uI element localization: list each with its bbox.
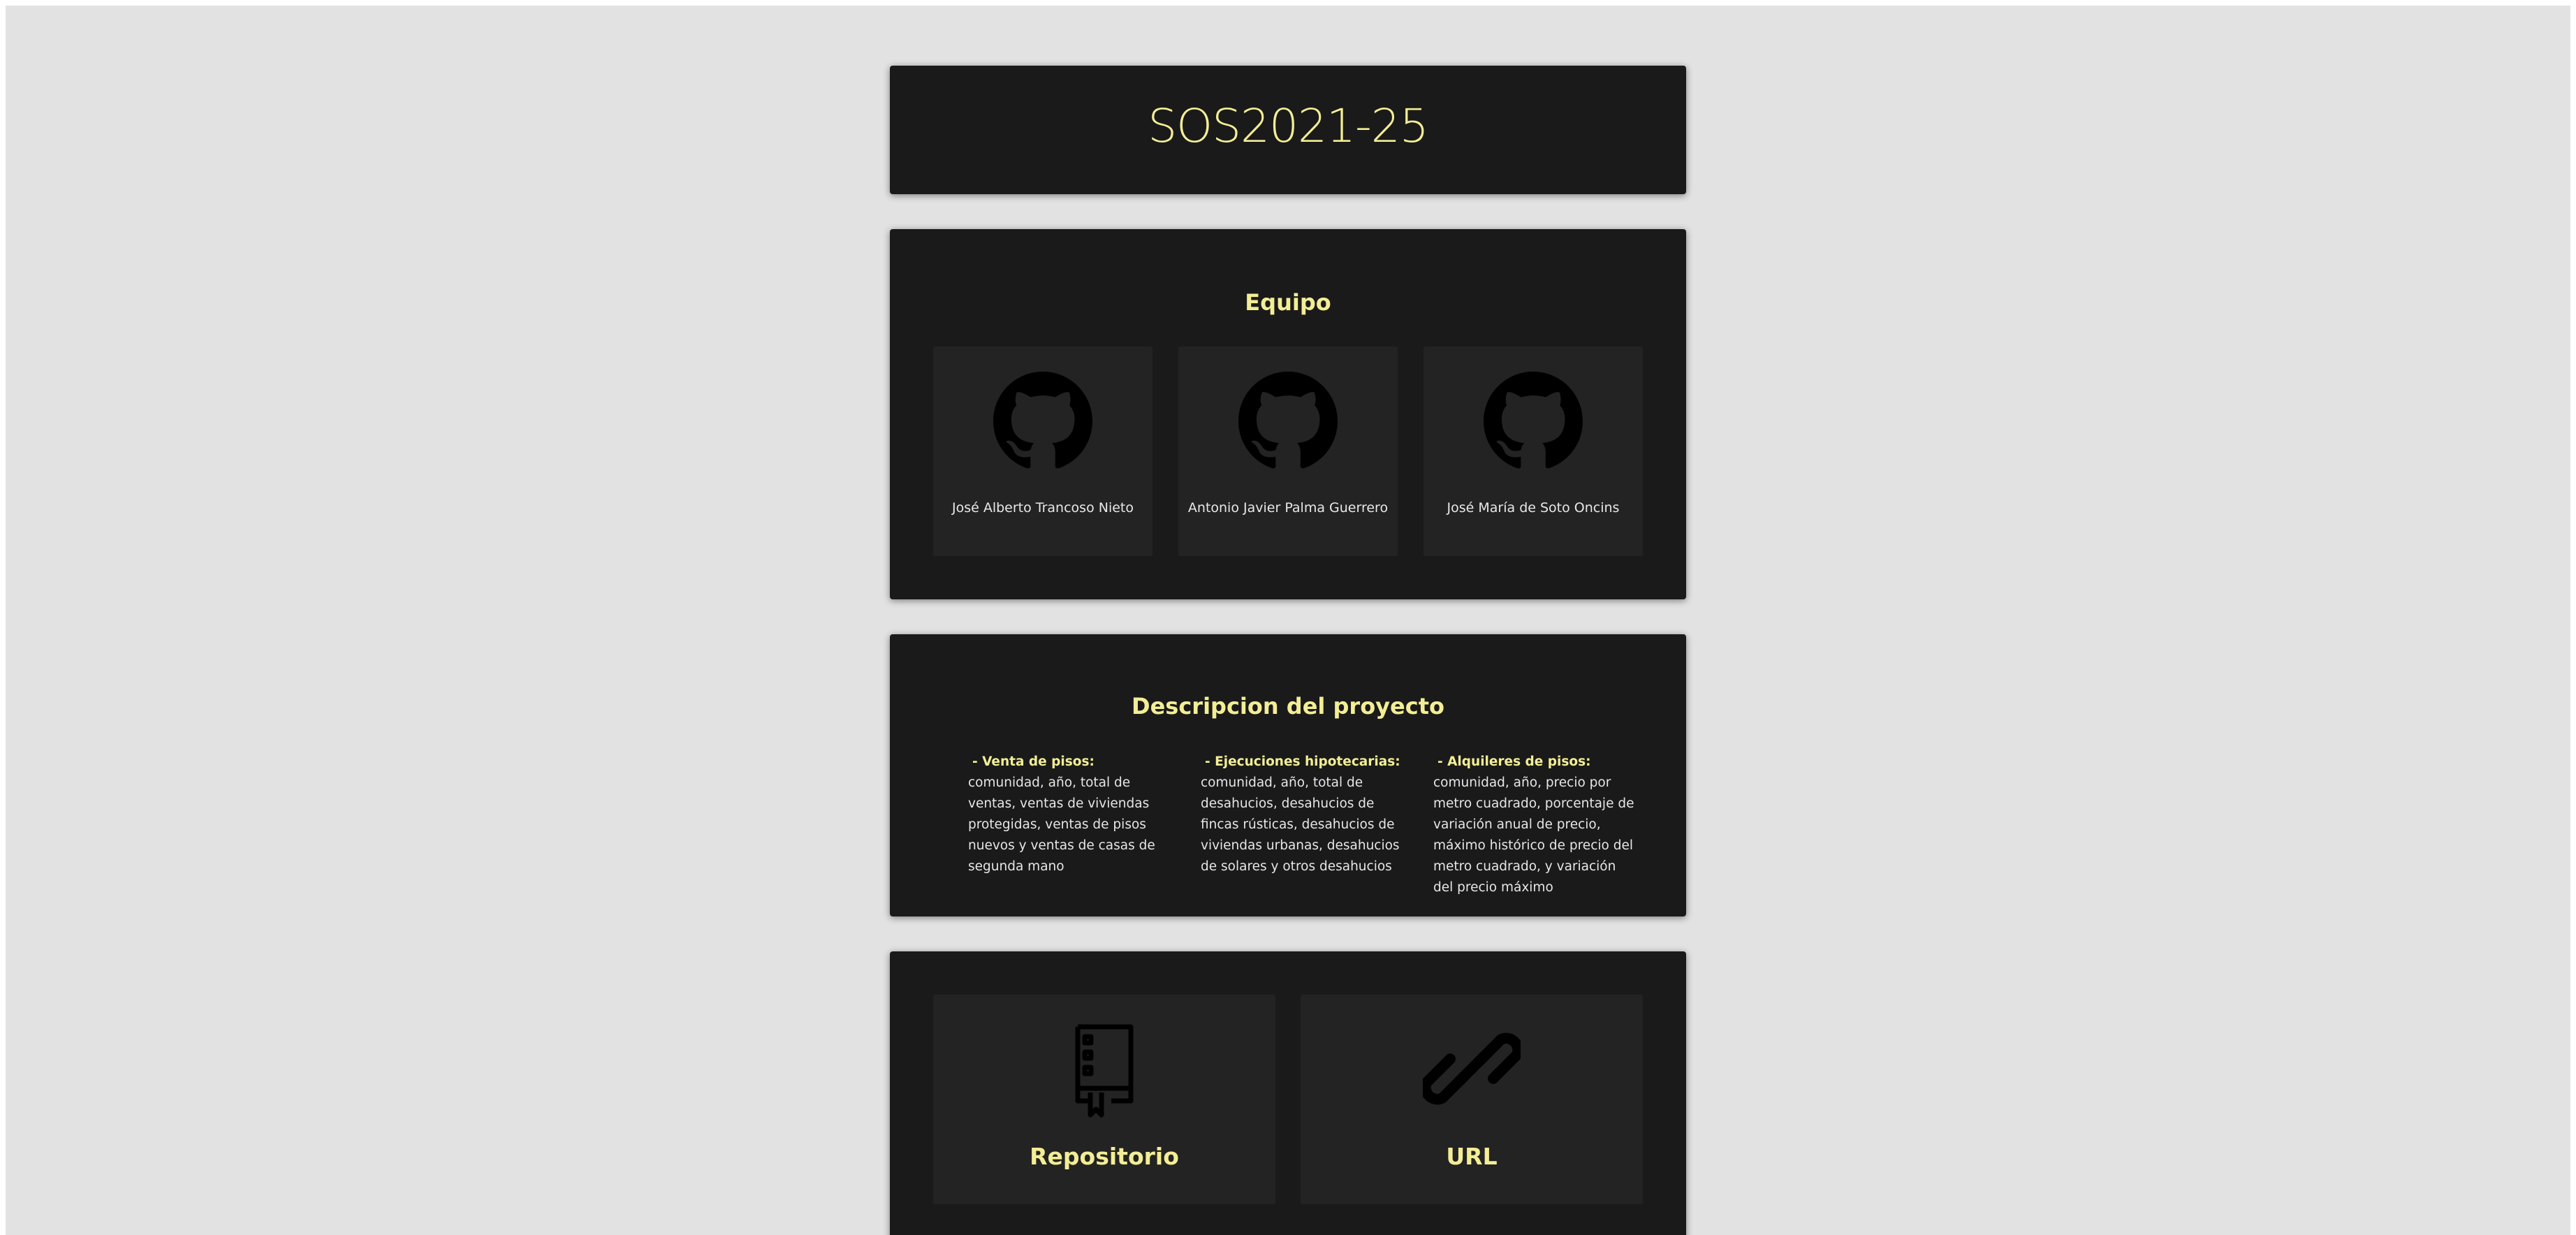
team-member-card[interactable]: Antonio Javier Palma Guerrero — [1178, 346, 1398, 556]
repository-label: Repositorio — [1030, 1143, 1179, 1170]
page-background: SOS2021-25 Equipo José Alberto Trancoso … — [6, 6, 2570, 1235]
repository-icon — [1075, 1024, 1134, 1118]
description-card: Descripcion del proyecto - Venta de piso… — [890, 634, 1686, 916]
team-member-name: José María de Soto Oncins — [1447, 500, 1620, 516]
github-icon — [993, 372, 1092, 469]
team-title: Equipo — [1245, 289, 1331, 316]
description-item: - Venta de pisos: comunidad, año, total … — [968, 752, 1172, 877]
page-title: SOS2021-25 — [1148, 99, 1429, 153]
description-item-heading: - Ejecuciones hipotecarias: — [1205, 754, 1400, 769]
github-icon — [1238, 372, 1338, 469]
team-member-name: Antonio Javier Palma Guerrero — [1187, 500, 1389, 516]
description-title: Descripcion del proyecto — [1132, 693, 1444, 719]
links-card: Repositorio URL — [890, 951, 1686, 1235]
description-item-heading: - Venta de pisos: — [972, 754, 1095, 769]
description-item-heading: - Alquileres de pisos: — [1437, 754, 1591, 769]
team-member-name: José Alberto Trancoso Nieto — [951, 500, 1134, 516]
link-icon — [1423, 1032, 1521, 1105]
description-item-text: comunidad, año, total de desahucios, des… — [1201, 775, 1400, 874]
team-member-card[interactable]: José María de Soto Oncins — [1424, 346, 1643, 556]
team-member-card[interactable]: José Alberto Trancoso Nieto — [933, 346, 1152, 556]
team-card: Equipo José Alberto Trancoso Nieto Anton… — [890, 229, 1686, 599]
description-item: - Ejecuciones hipotecarias: comunidad, a… — [1201, 752, 1405, 877]
url-link[interactable]: URL — [1301, 995, 1643, 1204]
repository-link[interactable]: Repositorio — [933, 995, 1275, 1204]
github-icon — [1484, 372, 1583, 469]
url-label: URL — [1446, 1143, 1498, 1170]
description-item-text: comunidad, año, precio por metro cuadrad… — [1433, 775, 1634, 895]
title-card: SOS2021-25 — [890, 66, 1686, 194]
description-item: - Alquileres de pisos: comunidad, año, p… — [1433, 752, 1637, 898]
description-item-text: comunidad, año, total de ventas, ventas … — [968, 775, 1155, 874]
